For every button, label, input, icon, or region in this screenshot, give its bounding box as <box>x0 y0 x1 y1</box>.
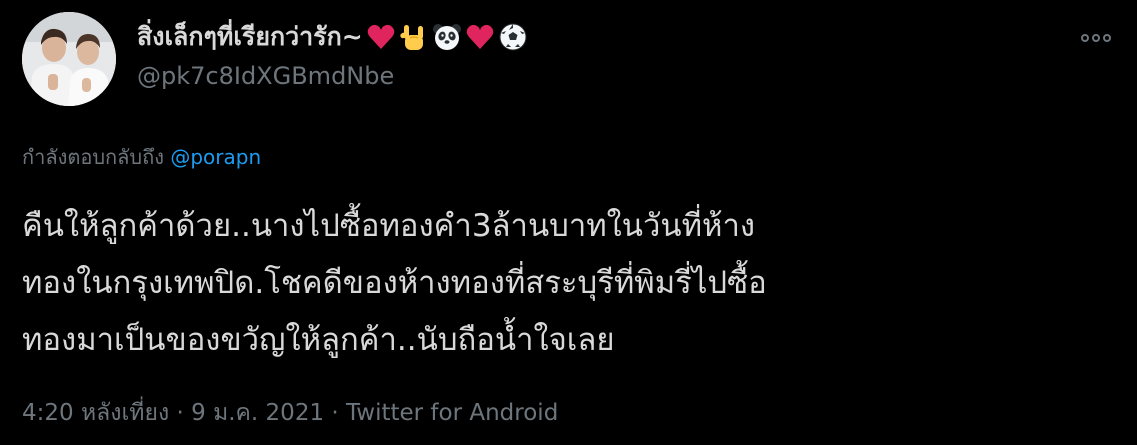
display-name-text: สิ่งเล็กๆที่เรียกว่ารัก~ <box>137 22 363 51</box>
tweet-source-link[interactable]: Twitter for Android <box>346 400 558 426</box>
tweet-time-link[interactable]: 4:20 หลังเที่ยง <box>22 400 169 426</box>
avatar[interactable] <box>22 12 116 106</box>
display-name[interactable]: สิ่งเล็กๆที่เรียกว่ารัก~ <box>137 17 528 57</box>
more-horizontal-icon[interactable] <box>1078 28 1114 48</box>
tweet: สิ่งเล็กๆที่เรียกว่ารัก~ @pk7c8IdXGBmdNb… <box>0 0 1137 445</box>
avatar-image <box>22 12 116 106</box>
meta-separator: · <box>176 400 184 426</box>
reply-context: กำลังตอบกลับถึง @porapn <box>22 142 261 172</box>
reply-context-prefix: กำลังตอบกลับถึง <box>22 145 164 169</box>
tweet-meta: 4:20 หลังเที่ยง · 9 ม.ค. 2021 · Twitter … <box>22 397 558 429</box>
panda-face-icon <box>432 22 462 52</box>
red-heart-icon <box>366 22 396 52</box>
user-handle[interactable]: @pk7c8IdXGBmdNbe <box>137 60 394 92</box>
love-you-gesture-icon <box>399 22 429 52</box>
tweet-text: คืนให้ลูกค้าด้วย..นางไปซื้อทองคำ3ล้านบาท… <box>22 208 767 358</box>
reply-mention-link[interactable]: @porapn <box>170 145 261 169</box>
meta-separator: · <box>331 400 339 426</box>
red-heart-icon <box>465 22 495 52</box>
tweet-date-link[interactable]: 9 ม.ค. 2021 <box>191 400 324 426</box>
soccer-ball-icon <box>498 22 528 52</box>
